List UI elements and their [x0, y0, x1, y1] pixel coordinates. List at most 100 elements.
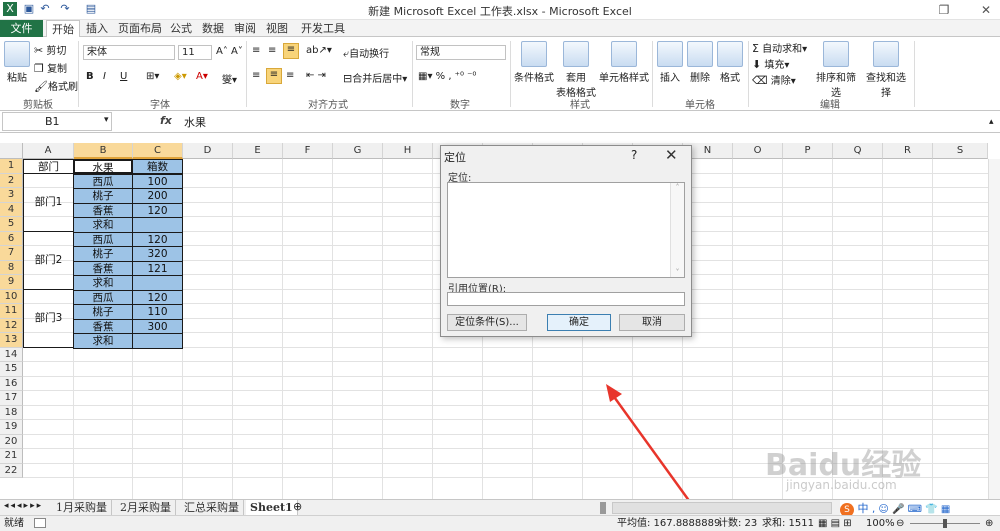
- tab-insert[interactable]: 插入: [84, 20, 110, 37]
- new-sheet-icon[interactable]: ⊕: [293, 500, 302, 513]
- select-all-corner[interactable]: [0, 143, 23, 159]
- boxes-cell[interactable]: 110: [132, 304, 183, 320]
- row-header-12[interactable]: 12: [0, 318, 23, 333]
- merged-dept-cell[interactable]: 部门1: [23, 173, 74, 232]
- column-header-Q[interactable]: Q: [833, 143, 883, 159]
- zoom-slider-thumb[interactable]: [943, 519, 947, 528]
- header-cell-boxes[interactable]: 箱数: [132, 159, 183, 174]
- boxes-cell[interactable]: [132, 333, 183, 349]
- row-header-9[interactable]: 9: [0, 275, 23, 290]
- number-format-select[interactable]: 常规: [416, 45, 506, 60]
- tab-file[interactable]: 文件: [0, 20, 43, 37]
- merged-dept-cell[interactable]: 部门2: [23, 231, 74, 290]
- grow-font-icon[interactable]: A˄ A˅: [216, 46, 243, 57]
- font-size-select[interactable]: 11: [178, 45, 212, 60]
- align-right-icon[interactable]: ≡: [286, 70, 294, 81]
- phonetic-icon[interactable]: 燮▾: [222, 71, 237, 86]
- boxes-cell[interactable]: 320: [132, 246, 183, 262]
- cut-button[interactable]: ✂ 剪切: [34, 42, 66, 57]
- tab-home[interactable]: 开始: [46, 20, 80, 38]
- formula-input[interactable]: 水果: [184, 114, 206, 130]
- sheet-nav-arrows-icon[interactable]: ◂◂◂▸▸▸: [4, 501, 43, 511]
- bold-button[interactable]: B: [86, 71, 94, 82]
- ime-tools-icon[interactable]: , ☺ 🎤 ⌨ 👕 ▦: [872, 504, 950, 515]
- column-header-E[interactable]: E: [233, 143, 283, 159]
- orientation-icon[interactable]: ab↗▾: [306, 45, 332, 56]
- fruit-cell[interactable]: 求和: [73, 217, 133, 233]
- fill-color-icon[interactable]: ◈▾: [174, 71, 187, 82]
- boxes-cell[interactable]: 120: [132, 231, 183, 247]
- fill-button[interactable]: ⬇ 填充▾: [752, 56, 789, 71]
- underline-button[interactable]: U: [120, 71, 127, 82]
- column-header-O[interactable]: O: [733, 143, 783, 159]
- row-header-2[interactable]: 2: [0, 173, 23, 188]
- column-header-G[interactable]: G: [333, 143, 383, 159]
- row-header-18[interactable]: 18: [0, 405, 23, 420]
- fruit-cell[interactable]: 求和: [73, 333, 133, 349]
- goto-special-button[interactable]: 定位条件(S)...: [447, 314, 527, 331]
- row-header-7[interactable]: 7: [0, 246, 23, 261]
- align-bottom-icon[interactable]: ≡: [283, 43, 299, 59]
- boxes-cell[interactable]: 200: [132, 188, 183, 204]
- reference-input[interactable]: [447, 292, 685, 306]
- find-select-button[interactable]: 查找和选择: [862, 41, 910, 99]
- zoom-in-icon[interactable]: ⊕: [985, 516, 993, 531]
- name-box-dropdown-icon[interactable]: ▾: [104, 115, 109, 125]
- help-icon[interactable]: ?: [631, 148, 637, 162]
- column-header-B[interactable]: B: [74, 143, 133, 159]
- font-color-icon[interactable]: A▾: [196, 71, 208, 82]
- boxes-cell[interactable]: [132, 217, 183, 233]
- row-header-10[interactable]: 10: [0, 289, 23, 304]
- restore-window-icon[interactable]: ❐: [930, 0, 958, 20]
- zoom-level[interactable]: 100%: [866, 516, 895, 531]
- list-scrollbar[interactable]: ˄ ˅: [670, 183, 684, 277]
- scroll-up-icon[interactable]: ˄: [671, 183, 684, 192]
- row-header-3[interactable]: 3: [0, 188, 23, 203]
- column-header-P[interactable]: P: [783, 143, 833, 159]
- sheet-tab-active[interactable]: Sheet1: [246, 500, 298, 516]
- italic-button[interactable]: I: [103, 71, 106, 82]
- align-left-icon[interactable]: ≡: [252, 70, 260, 81]
- cancel-button[interactable]: 取消: [619, 314, 685, 331]
- tab-page-layout[interactable]: 页面布局: [116, 20, 164, 37]
- column-header-C[interactable]: C: [133, 143, 183, 159]
- boxes-cell[interactable]: 121: [132, 260, 183, 276]
- vertical-scrollbar[interactable]: [988, 159, 1000, 499]
- insert-function-icon[interactable]: fx: [160, 114, 172, 127]
- indent-icon[interactable]: ⇤ ⇥: [306, 70, 326, 81]
- header-cell-dept[interactable]: 部门: [23, 159, 74, 174]
- ime-lang[interactable]: 中: [858, 502, 869, 515]
- row-header-22[interactable]: 22: [0, 463, 23, 478]
- fruit-cell[interactable]: 求和: [73, 275, 133, 291]
- align-top-icon[interactable]: ≡: [252, 45, 260, 56]
- goto-list[interactable]: ˄ ˅: [447, 182, 685, 278]
- font-name-select[interactable]: 宋体: [83, 45, 175, 60]
- merge-center-button[interactable]: ⊟合并后居中▾: [343, 70, 407, 85]
- row-header-4[interactable]: 4: [0, 202, 23, 217]
- expand-formula-bar-icon[interactable]: ▴: [989, 117, 994, 127]
- scroll-down-icon[interactable]: ˅: [671, 268, 684, 277]
- sheet-tab[interactable]: 汇总采购量: [180, 500, 244, 516]
- align-center-icon[interactable]: ≡: [266, 68, 282, 84]
- name-box[interactable]: B1: [2, 112, 112, 131]
- row-header-21[interactable]: 21: [0, 449, 23, 464]
- tab-view[interactable]: 视图: [264, 20, 290, 37]
- column-header-A[interactable]: A: [23, 143, 74, 159]
- align-middle-icon[interactable]: ≡: [268, 45, 276, 56]
- boxes-cell[interactable]: 120: [132, 289, 183, 305]
- horizontal-scrollbar[interactable]: [612, 502, 832, 514]
- fruit-cell[interactable]: 香蕉: [73, 318, 133, 334]
- boxes-cell[interactable]: 300: [132, 318, 183, 334]
- copy-button[interactable]: ❐ 复制: [34, 60, 67, 75]
- column-header-D[interactable]: D: [183, 143, 233, 159]
- column-header-H[interactable]: H: [383, 143, 433, 159]
- row-header-6[interactable]: 6: [0, 231, 23, 246]
- macro-record-icon[interactable]: [34, 518, 46, 528]
- delete-cells-button[interactable]: 删除: [686, 41, 714, 84]
- fruit-cell[interactable]: 香蕉: [73, 260, 133, 276]
- currency-icon[interactable]: ▦▾ % , ⁺⁰ ⁻⁰: [418, 71, 476, 82]
- row-header-11[interactable]: 11: [0, 304, 23, 319]
- zoom-out-icon[interactable]: ⊖: [896, 516, 904, 531]
- ok-button[interactable]: 确定: [547, 314, 611, 331]
- sheet-tab[interactable]: 2月采购量: [116, 500, 176, 516]
